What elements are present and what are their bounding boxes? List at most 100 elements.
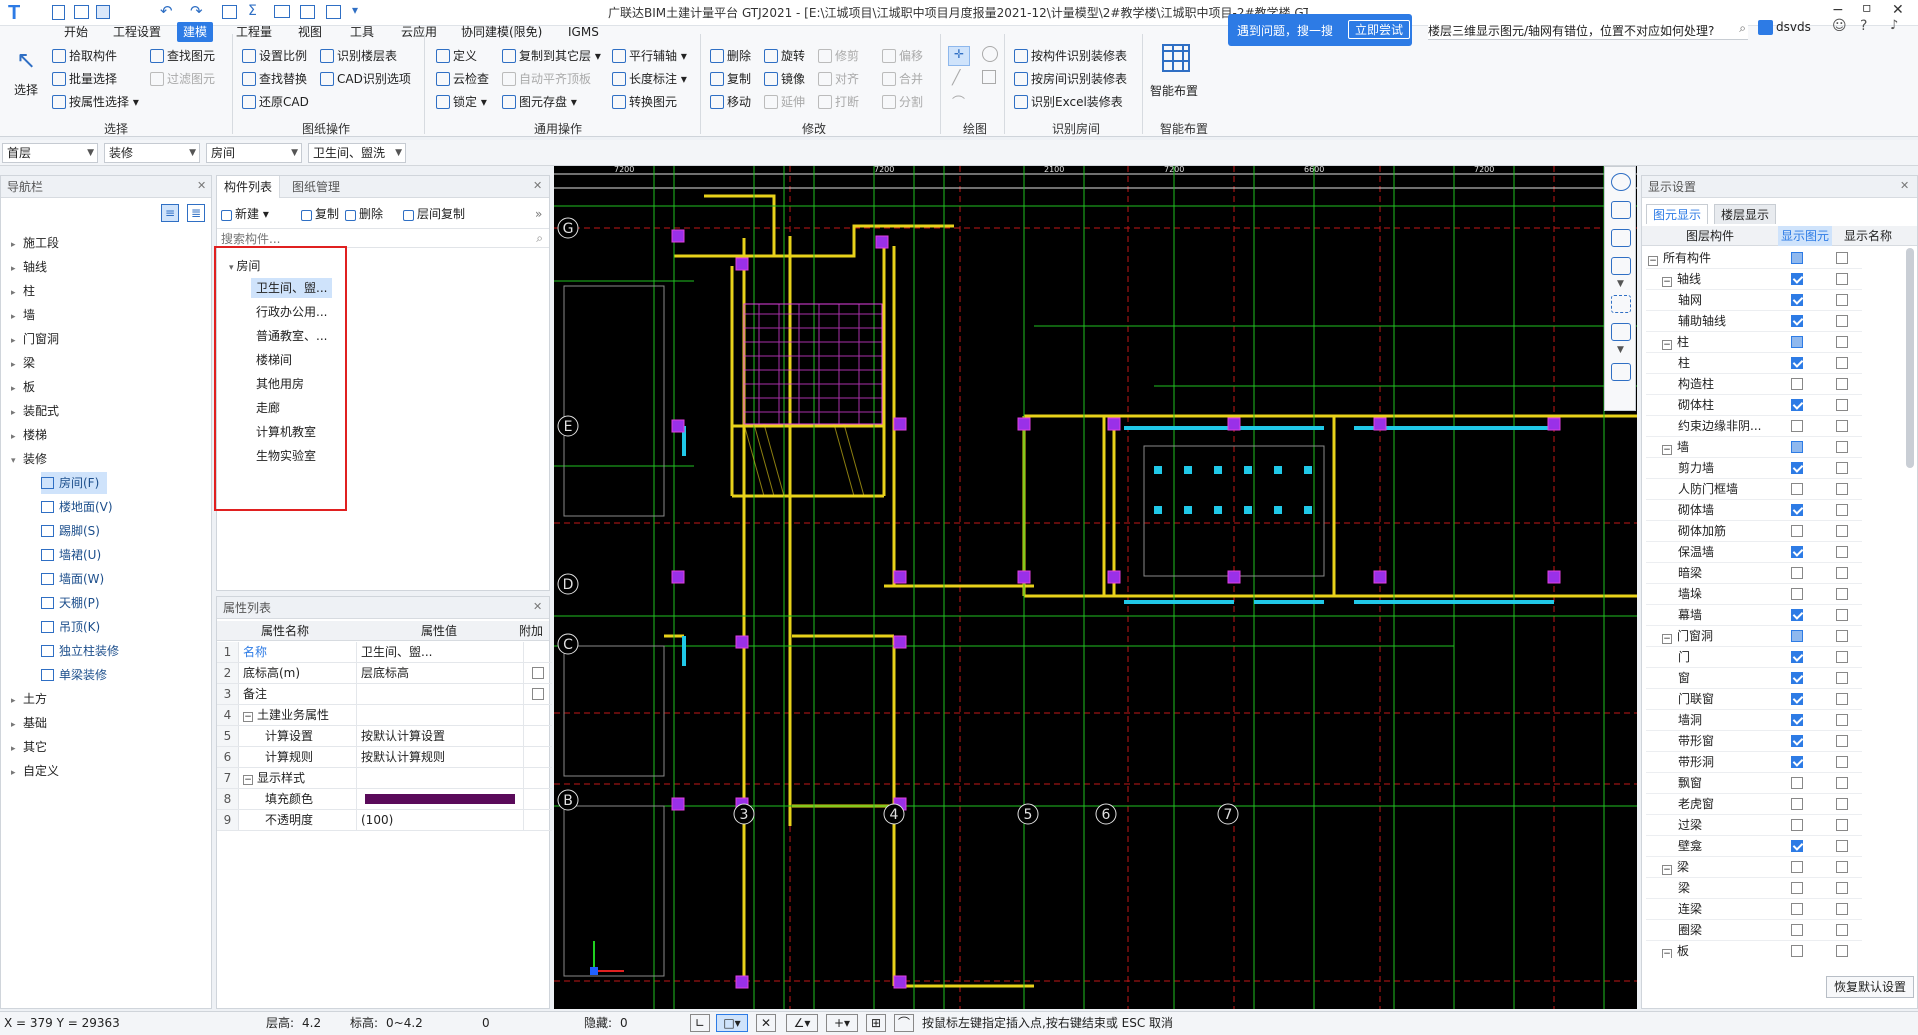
show-name-checkbox[interactable] (1836, 378, 1848, 390)
copy-button[interactable]: 复制 (710, 69, 751, 89)
split-button[interactable]: 分割 (882, 92, 923, 112)
display-row[interactable]: 幕墙 (1646, 605, 1862, 626)
sub-item-ceiling[interactable]: 天棚(P) (41, 592, 100, 614)
copy-component-button[interactable]: 复制 (301, 204, 339, 224)
display-row[interactable]: 砌体加筋 (1646, 521, 1862, 542)
display-row[interactable]: 连梁 (1646, 899, 1862, 920)
restore-default-button[interactable]: 恢复默认设置 (1826, 976, 1915, 998)
component-select[interactable]: 卫生间、盥洗 ▼ (308, 143, 406, 163)
identify-excel-button[interactable]: 识别Excel装修表 (1014, 92, 1123, 112)
display-close-icon[interactable]: ✕ (1900, 179, 1909, 192)
display-row[interactable]: 砌体墙 (1646, 500, 1862, 521)
show-name-checkbox[interactable] (1836, 357, 1848, 369)
line-draw-icon[interactable]: ╱ (952, 70, 960, 86)
show-name-checkbox[interactable] (1836, 798, 1848, 810)
copy-to-floor-button[interactable]: 复制到其它层 ▾ (502, 46, 601, 66)
restore-cad-button[interactable]: 还原CAD (242, 92, 309, 112)
circle-draw-icon[interactable] (982, 46, 998, 62)
show-element-checkbox[interactable] (1791, 651, 1803, 663)
show-name-checkbox[interactable] (1836, 420, 1848, 432)
cloud-check-button[interactable]: 云检查 (436, 69, 489, 89)
tab-element-display[interactable]: 图元显示 (1646, 204, 1709, 224)
display-row[interactable]: 砌体柱 (1646, 395, 1862, 416)
minimize-button[interactable]: − (1832, 2, 1844, 18)
identify-by-room-button[interactable]: 按房间识别装修表 (1014, 69, 1127, 89)
property-row[interactable]: 9 不透明度 (100) (217, 810, 552, 831)
scrollbar[interactable] (1906, 248, 1914, 468)
sub-item-dado[interactable]: 墙裙(U) (41, 544, 101, 566)
display-row[interactable]: 约束边缘非阴... (1646, 416, 1862, 437)
chat-icon[interactable]: ☺ (1832, 18, 1847, 34)
smart-layout-label[interactable]: 智能布置 (1150, 82, 1198, 99)
collapse-icon[interactable]: − (1648, 256, 1658, 266)
show-element-checkbox[interactable] (1791, 630, 1803, 642)
display-row[interactable]: 飘窗 (1646, 773, 1862, 794)
tab-drawing-management[interactable]: 图纸管理 (285, 176, 347, 198)
display-row[interactable]: − 所有构件 (1646, 248, 1862, 269)
display-row[interactable]: 辅助轴线 (1646, 311, 1862, 332)
collapse-icon[interactable]: − (243, 712, 253, 722)
show-name-checkbox[interactable] (1836, 714, 1848, 726)
display-row[interactable]: − 柱 (1646, 332, 1862, 353)
maximize-button[interactable]: ▫ (1862, 0, 1872, 16)
redo-icon[interactable]: ↷ (190, 2, 203, 20)
nav-item-axis[interactable]: ▸ 轴线 (11, 256, 47, 278)
nav-item-slab[interactable]: ▸ 板 (11, 376, 35, 398)
show-element-checkbox[interactable] (1791, 924, 1803, 936)
arc-draw-icon[interactable]: ⌒ (952, 92, 965, 111)
show-element-checkbox[interactable] (1791, 609, 1803, 621)
floor-select[interactable]: 首层 ▼ (2, 143, 98, 163)
lock-button[interactable]: 锁定 ▾ (436, 92, 487, 112)
fit-screen-icon[interactable] (1611, 295, 1631, 313)
app-logo[interactable]: T (8, 2, 30, 24)
move-button[interactable]: 移动 (710, 92, 751, 112)
select-tool-icon[interactable]: ↖ (16, 48, 36, 72)
display-row[interactable]: 门 (1646, 647, 1862, 668)
show-element-checkbox[interactable] (1791, 357, 1803, 369)
sub-item-floor[interactable]: 楼地面(V) (41, 496, 113, 518)
show-name-checkbox[interactable] (1836, 546, 1848, 558)
attach-checkbox[interactable] (532, 667, 544, 679)
nav-close-icon[interactable]: ✕ (197, 179, 206, 192)
show-element-checkbox[interactable] (1791, 840, 1803, 852)
display-row[interactable]: − 板 (1646, 941, 1862, 958)
collapse-icon[interactable]: − (1662, 340, 1672, 350)
chevron-down-icon[interactable]: ▼ (1617, 345, 1624, 355)
nav-item-decoration[interactable]: ▾ 装修 (11, 448, 47, 470)
show-element-checkbox[interactable] (1791, 588, 1803, 600)
display-row[interactable]: 墙垛 (1646, 584, 1862, 605)
display-row[interactable]: 带形洞 (1646, 752, 1862, 773)
cross-snap-icon[interactable]: ✕ (756, 1014, 776, 1032)
layer-icon[interactable] (1611, 363, 1631, 381)
component-search-field[interactable] (221, 231, 521, 246)
tab-modeling[interactable]: 建模 (177, 22, 214, 42)
set-scale-button[interactable]: 设置比例 (242, 46, 307, 66)
property-row[interactable]: 1 名称 卫生间、盥... (217, 642, 552, 663)
mirror-button[interactable]: 镜像 (764, 69, 805, 89)
display-row[interactable]: − 轴线 (1646, 269, 1862, 290)
show-name-checkbox[interactable] (1836, 924, 1848, 936)
show-name-checkbox[interactable] (1836, 630, 1848, 642)
tab-view[interactable]: 视图 (292, 22, 328, 42)
display-row[interactable]: 轴网 (1646, 290, 1862, 311)
rect-snap-icon[interactable]: □▾ (716, 1014, 748, 1032)
tab-cloud[interactable]: 云应用 (395, 22, 443, 42)
show-element-checkbox[interactable] (1791, 336, 1803, 348)
sub-item-column-deco[interactable]: 独立柱装修 (41, 640, 119, 662)
nav-item-prefab[interactable]: ▸ 装配式 (11, 400, 59, 422)
list-view-icon[interactable]: ≡ (161, 204, 179, 222)
show-element-checkbox[interactable] (1791, 252, 1803, 264)
view-icon[interactable] (300, 5, 315, 19)
show-name-checkbox[interactable] (1836, 651, 1848, 663)
identify-by-component-button[interactable]: 按构件识别装修表 (1014, 46, 1127, 66)
define-button[interactable]: 定义 (436, 46, 477, 66)
cad-options-button[interactable]: CAD识别选项 (320, 69, 411, 89)
globe-icon[interactable] (1611, 173, 1631, 191)
cube-icon[interactable] (1611, 229, 1631, 247)
nav-item-foundation[interactable]: ▸ 基础 (11, 712, 47, 734)
print-icon[interactable] (222, 5, 237, 19)
show-element-checkbox[interactable] (1791, 546, 1803, 558)
show-element-checkbox[interactable] (1791, 399, 1803, 411)
show-name-checkbox[interactable] (1836, 735, 1848, 747)
tree-view-icon[interactable]: ≣ (187, 204, 205, 222)
